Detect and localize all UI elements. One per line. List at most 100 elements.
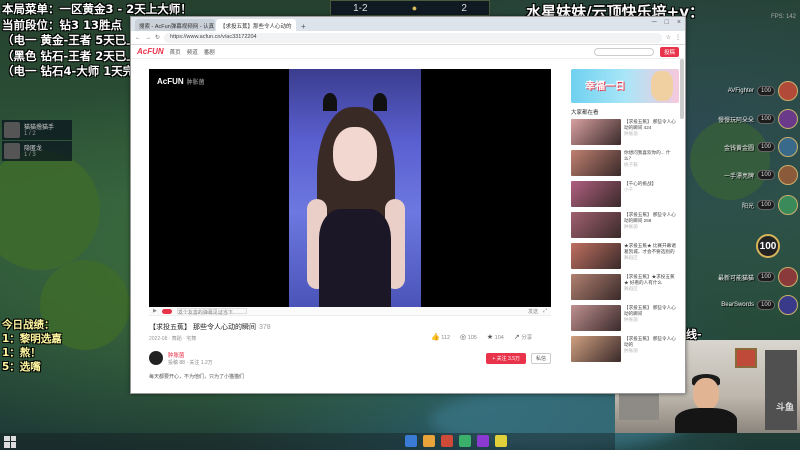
player-entry[interactable]: 金钱黄金圆 100 xyxy=(702,136,798,158)
avatar xyxy=(778,81,798,101)
score-left: 1-2 xyxy=(353,2,368,14)
reload-icon[interactable]: ↻ xyxy=(155,34,160,41)
action-count: 104 xyxy=(494,335,504,341)
scoreboard-name: 猫猫撸猫手 xyxy=(24,125,55,131)
taskbar-app-icon[interactable] xyxy=(405,435,417,447)
menu-icon[interactable]: ⋮ xyxy=(675,34,681,41)
champion-icon xyxy=(4,122,20,138)
message-button[interactable]: 私信 xyxy=(530,352,551,364)
close-icon[interactable]: × xyxy=(208,30,211,31)
player-entry[interactable]: AVFighter 100 xyxy=(702,80,798,102)
star-icon[interactable]: ☆ xyxy=(666,34,671,41)
video-thumbnail xyxy=(571,243,621,269)
taskbar-app-icon[interactable] xyxy=(477,435,489,447)
fps-counter: FPS: 142 xyxy=(770,14,796,20)
danmu-input[interactable]: 发个友善的弹幕见证当下 xyxy=(176,308,247,316)
item-title: 【求投五蕉】★求投五蕉★ 好看的人有什么 xyxy=(624,274,675,285)
player-hp: 100 xyxy=(756,142,775,152)
douyu-watermark: 斗鱼 xyxy=(775,402,794,412)
nav-link[interactable]: 番剧 xyxy=(204,48,215,56)
gold-coin-icon: ● xyxy=(411,3,418,13)
list-item[interactable]: 【求投五蕉】 那些令人心动的 肿胀菌 xyxy=(571,336,679,362)
new-tab-icon[interactable]: + xyxy=(297,22,310,31)
minimize-icon[interactable]: ─ xyxy=(652,19,657,26)
share-button[interactable]: ↗ 分享 xyxy=(514,333,532,341)
game-scoreboard-top: 1-2 ● 2 xyxy=(330,0,490,16)
item-title: ★求投五蕉★ 比赛开幕诸葛凯城，才会不要选别的 xyxy=(624,243,676,254)
overlay-line: 5：选嘴 xyxy=(2,361,41,373)
uploader-name[interactable]: 肿胀菌 xyxy=(168,351,213,359)
scrollbar[interactable] xyxy=(680,59,684,119)
avatar xyxy=(778,267,798,287)
windows-start-icon[interactable] xyxy=(4,435,16,448)
taskbar-app-icon[interactable] xyxy=(441,435,453,447)
back-icon[interactable]: ← xyxy=(135,35,141,41)
item-meta: 舞蹈区 xyxy=(624,286,638,291)
like-button[interactable]: 👍 112 xyxy=(431,333,450,341)
avatar[interactable] xyxy=(149,351,163,365)
video-player[interactable]: AcFUN 肿胀菌 xyxy=(149,69,551,307)
scoreboard-count: 1 / 3 xyxy=(24,152,36,158)
video-meta: 2022-08 · 舞蹈 · 宅舞 xyxy=(149,336,197,342)
player-entry[interactable]: BearSwords 100 xyxy=(702,294,798,316)
scoreboard-entry: 猫猫撸猫手 1 / 2 xyxy=(2,120,72,140)
nav-link[interactable]: 频道 xyxy=(187,48,198,56)
overlay-today-stats: 今日战绩： 1：黎明选嘉 1：熬！ 5：选嘴 xyxy=(2,318,62,374)
forward-icon[interactable]: → xyxy=(145,35,151,41)
overlay-line: 1：黎明选嘉 xyxy=(2,333,62,345)
player-name: 阳光 xyxy=(741,203,754,210)
avatar xyxy=(778,137,798,157)
promo-banner[interactable]: 幸福一日 xyxy=(571,69,679,103)
list-item[interactable]: 【求投五蕉】 那些令人心动的瞬间 259 肿胀菌 xyxy=(571,212,679,238)
list-item[interactable]: 【求投五蕉】 那些令人心动的瞬间 424 肿胀菌 xyxy=(571,119,679,145)
list-item[interactable]: 你想问我喜欢你的... 什么？ 桃子酱 xyxy=(571,150,679,176)
like-icon: 👍 xyxy=(431,334,440,341)
send-danmu-button[interactable]: 发送 xyxy=(528,308,538,315)
browser-tab-active[interactable]: 【求投五蕉】那些令人心动的 × xyxy=(216,19,296,31)
level-value: 100 xyxy=(756,234,780,258)
list-item[interactable]: 【求投五蕉】★求投五蕉★ 好看的人有什么 舞蹈区 xyxy=(571,274,679,300)
tab-label: 搜索 - AcFun弹幕视频网 - 认真 xyxy=(139,24,215,30)
list-item[interactable]: 【求投五蕉】 那些令人心动的瞬间 肿胀菌 xyxy=(571,305,679,331)
player-name: AVFighter xyxy=(727,88,754,94)
fullscreen-icon[interactable]: ⤢ xyxy=(543,308,547,314)
nav-link[interactable]: 首页 xyxy=(170,48,181,56)
video-frame xyxy=(289,69,421,307)
danmu-toggle[interactable] xyxy=(161,308,172,314)
maximize-icon[interactable]: □ xyxy=(665,19,669,26)
player-hp: 100 xyxy=(756,300,775,310)
player-hp: 100 xyxy=(756,86,775,96)
close-window-icon[interactable]: × xyxy=(677,19,681,26)
avatar xyxy=(778,195,798,215)
item-meta: 肿胀菌 xyxy=(624,224,638,229)
player-entry[interactable]: 一手漂亮牌 100 xyxy=(702,164,798,186)
taskbar-app-icon[interactable] xyxy=(459,435,471,447)
taskbar xyxy=(0,433,615,450)
acfun-logo[interactable]: AcFUN xyxy=(137,47,164,56)
avatar xyxy=(778,109,798,129)
avatar xyxy=(778,165,798,185)
close-icon[interactable]: × xyxy=(289,30,292,31)
browser-tab[interactable]: 搜索 - AcFun弹幕视频网 - 认真 × xyxy=(135,19,215,31)
upload-button[interactable]: 投稿 xyxy=(659,46,679,57)
player-entry[interactable]: 最新可能猫猫 100 xyxy=(702,266,798,288)
play-icon[interactable]: ▶ xyxy=(153,308,157,314)
player-entry[interactable]: 阳光 100 xyxy=(702,194,798,216)
site-search-input[interactable] xyxy=(593,47,654,56)
player-entry[interactable]: 慢慢玩阿朵朵 100 xyxy=(702,108,798,130)
player-hp: 100 xyxy=(756,114,775,124)
player-name: 慢慢玩阿朵朵 xyxy=(717,117,754,124)
taskbar-app-icon[interactable] xyxy=(423,435,435,447)
video-title: 【求投五蕉】 那些令人心动的瞬间 378 xyxy=(149,322,271,332)
favorite-button[interactable]: ★ 104 xyxy=(487,333,504,341)
url-input[interactable]: https://www.acfun.cn/v/ac33172204 xyxy=(164,32,662,43)
uploader-row: 肿胀菌 投稿 88 · 关注 1.2万 + 关注 3.5万 私信 xyxy=(149,349,551,367)
coin-button[interactable]: ◎ 105 xyxy=(460,333,477,341)
taskbar-app-icon[interactable] xyxy=(495,435,507,447)
item-title: 你想问我喜欢你的... 什么？ xyxy=(624,150,671,161)
follow-button[interactable]: + 关注 3.5万 xyxy=(486,352,526,364)
watermark-sub: 肿胀菌 xyxy=(186,80,205,86)
list-item[interactable]: 【千心的挑战】 小千 xyxy=(571,181,679,207)
video-thumbnail xyxy=(571,305,621,331)
list-item[interactable]: ★求投五蕉★ 比赛开幕诸葛凯城，才会不要选别的 舞蹈区 xyxy=(571,243,679,269)
